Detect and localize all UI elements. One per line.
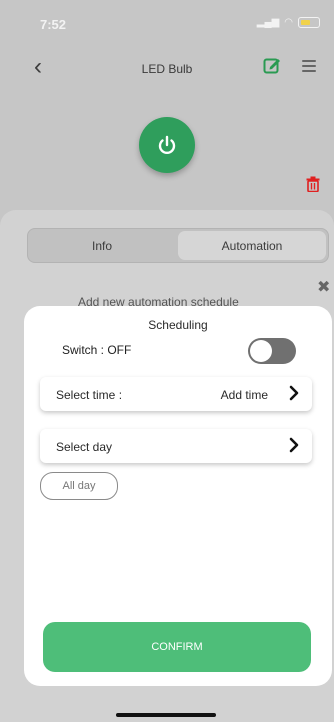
select-time-value: Add time <box>220 388 268 402</box>
battery-icon <box>298 17 320 28</box>
power-button[interactable] <box>139 117 195 173</box>
confirm-button[interactable]: CONFIRM <box>43 622 311 672</box>
page-title: LED Bulb <box>141 62 193 76</box>
select-day-row[interactable]: Select day <box>40 429 312 463</box>
select-time-row[interactable]: Select time : Add time <box>40 377 312 411</box>
chevron-right-icon <box>289 437 299 453</box>
select-time-label: Select time : <box>56 388 123 402</box>
tab-bar: Info Automation <box>27 228 329 263</box>
switch-toggle[interactable] <box>248 338 296 364</box>
menu-icon[interactable] <box>302 60 316 72</box>
tab-info[interactable]: Info <box>28 229 176 262</box>
status-icons: ▂▄▆ ◠ <box>257 17 320 28</box>
switch-label: Switch : OFF <box>62 343 132 357</box>
select-day-label: Select day <box>56 440 113 454</box>
status-time: 7:52 <box>40 17 67 32</box>
sheet-title: Scheduling <box>148 318 208 332</box>
power-icon <box>158 135 176 155</box>
toggle-knob <box>250 340 272 362</box>
close-icon[interactable]: ✖ <box>317 277 330 297</box>
scheduling-sheet: Scheduling Switch : OFF Select time : Ad… <box>24 306 332 686</box>
home-indicator <box>116 713 216 717</box>
tab-automation[interactable]: Automation <box>178 231 326 260</box>
status-bar: 7:52 ▂▄▆ ◠ <box>0 0 334 44</box>
chevron-right-icon <box>289 385 299 401</box>
wifi-icon: ◠ <box>284 17 293 28</box>
edit-icon[interactable] <box>263 56 281 74</box>
trash-icon[interactable] <box>306 176 320 192</box>
signal-icon: ▂▄▆ <box>256 17 280 28</box>
all-day-chip[interactable]: All day <box>40 472 118 500</box>
